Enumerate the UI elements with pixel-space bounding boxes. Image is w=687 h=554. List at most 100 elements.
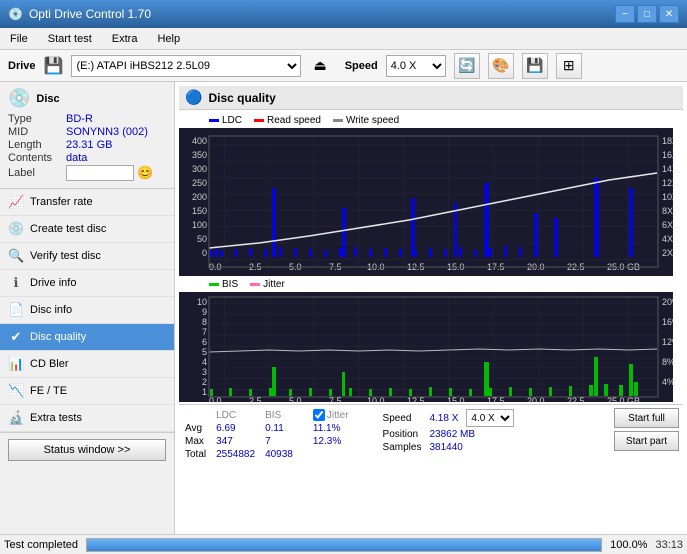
legend-ldc: LDC (209, 115, 242, 126)
statusbar: Test completed 100.0% 33:13 (0, 534, 687, 554)
total-ldc: 2554882 (214, 448, 263, 461)
nav-transfer-rate-label: Transfer rate (30, 196, 93, 208)
label-input[interactable] (66, 165, 134, 181)
legend-jitter-label: Jitter (263, 279, 285, 290)
col-bis: BIS (263, 408, 301, 422)
svg-text:300: 300 (192, 164, 207, 174)
position-label: Position (379, 428, 426, 441)
menu-help[interactable]: Help (151, 31, 186, 47)
avg-ldc: 6.69 (214, 422, 263, 435)
jitter-checkbox[interactable] (313, 409, 325, 421)
nav-cd-bler[interactable]: 📊 CD Bler (0, 351, 174, 378)
speed-select[interactable]: 4.0 X (386, 55, 446, 77)
refresh-button[interactable]: 🔄 (454, 53, 480, 79)
svg-text:5: 5 (202, 347, 207, 357)
stats-row-max: Max 347 7 12.3% (183, 435, 357, 448)
svg-text:100: 100 (192, 220, 207, 230)
nav-fe-te-label: FE / TE (30, 385, 67, 397)
speed-label: Speed (379, 408, 426, 428)
status-text: Test completed (4, 539, 78, 551)
svg-text:4X: 4X (662, 234, 673, 244)
nav-drive-info[interactable]: ℹ Drive info (0, 270, 174, 297)
svg-text:8: 8 (202, 317, 207, 327)
drive-select[interactable]: (E:) ATAPI iHBS212 2.5L09 (71, 55, 301, 77)
svg-text:3: 3 (202, 367, 207, 377)
legend-write-speed: Write speed (333, 115, 399, 126)
close-button[interactable]: ✕ (659, 5, 679, 23)
nav-drive-info-label: Drive info (30, 277, 76, 289)
minimize-button[interactable]: − (615, 5, 635, 23)
nav-extra-tests[interactable]: 🔬 Extra tests (0, 405, 174, 432)
avg-label: Avg (183, 422, 214, 435)
start-full-button[interactable]: Start full (614, 408, 679, 428)
position-row: Position 23862 MB (379, 428, 519, 441)
drive-icon: 💾 (44, 56, 64, 76)
status-window-button[interactable]: Status window >> (8, 439, 166, 461)
extra-tests-icon: 🔬 (8, 410, 24, 426)
drivebar: Drive 💾 (E:) ATAPI iHBS212 2.5L09 ⏏ Spee… (0, 50, 687, 82)
nav-create-test-disc[interactable]: 💿 Create test disc (0, 216, 174, 243)
contents-value: data (66, 152, 87, 164)
legend-read-speed-dot (254, 119, 264, 122)
disc-info-icon: 📄 (8, 302, 24, 318)
total-label: Total (183, 448, 214, 461)
svg-text:4%: 4% (662, 377, 673, 387)
mid-value: SONYNN3 (002) (66, 126, 148, 138)
type-value: BD-R (66, 113, 93, 125)
legend-read-speed-label: Read speed (267, 115, 321, 126)
content-header: 🔵 Disc quality (179, 86, 683, 110)
legend-jitter-dot (250, 283, 260, 286)
svg-text:10: 10 (197, 297, 207, 307)
position-value: 23862 MB (425, 428, 518, 441)
legend-jitter: Jitter (250, 279, 285, 290)
nav-disc-quality[interactable]: ✔ Disc quality (0, 324, 174, 351)
create-test-disc-icon: 💿 (8, 221, 24, 237)
nav-extra-tests-label: Extra tests (30, 412, 82, 424)
avg-jitter: 11.1% (311, 422, 357, 435)
svg-text:400: 400 (192, 136, 207, 146)
menu-file[interactable]: File (4, 31, 34, 47)
svg-text:14X: 14X (662, 164, 673, 174)
titlebar-title: Opti Drive Control 1.70 (29, 7, 151, 21)
svg-text:1: 1 (202, 387, 207, 397)
nav-disc-info[interactable]: 📄 Disc info (0, 297, 174, 324)
transfer-rate-icon: 📈 (8, 194, 24, 210)
svg-text:16X: 16X (662, 150, 673, 160)
label-icon[interactable]: 😊 (137, 165, 153, 181)
grid-button[interactable]: ⊞ (556, 53, 582, 79)
speed-select2[interactable]: 4.0 X (466, 409, 514, 427)
mid-label: MID (8, 126, 66, 138)
chart1-container: 400 350 300 250 200 150 100 50 0 18X 16X… (179, 128, 683, 276)
nav-disc-info-label: Disc info (30, 304, 72, 316)
color-button[interactable]: 🎨 (488, 53, 514, 79)
maximize-button[interactable]: □ (637, 5, 657, 23)
nav-fe-te[interactable]: 📉 FE / TE (0, 378, 174, 405)
speed-row: Speed 4.18 X 4.0 X (379, 408, 519, 428)
svg-text:20%: 20% (662, 297, 673, 307)
menu-extra[interactable]: Extra (106, 31, 144, 47)
content-header-title: Disc quality (208, 91, 275, 105)
eject-icon: ⏏ (313, 57, 326, 74)
disc-panel: 💿 Disc Type BD-R MID SONYNN3 (002) Lengt… (0, 82, 174, 189)
titlebar-left: 💿 Opti Drive Control 1.70 (8, 7, 151, 21)
nav-verify-test-disc[interactable]: 🔍 Verify test disc (0, 243, 174, 270)
max-ldc: 347 (214, 435, 263, 448)
status-time: 33:13 (655, 539, 683, 551)
length-label: Length (8, 139, 66, 151)
start-part-button[interactable]: Start part (614, 431, 679, 451)
svg-text:50: 50 (197, 234, 207, 244)
titlebar: 💿 Opti Drive Control 1.70 − □ ✕ (0, 0, 687, 28)
col-ldc: LDC (214, 408, 263, 422)
menu-start-test[interactable]: Start test (42, 31, 98, 47)
svg-text:7: 7 (202, 327, 207, 337)
max-bis: 7 (263, 435, 301, 448)
drive-label: Drive (8, 60, 36, 72)
legend-write-speed-label: Write speed (346, 115, 399, 126)
svg-text:150: 150 (192, 206, 207, 216)
save-button[interactable]: 💾 (522, 53, 548, 79)
svg-text:9: 9 (202, 307, 207, 317)
nav-transfer-rate[interactable]: 📈 Transfer rate (0, 189, 174, 216)
max-label: Max (183, 435, 214, 448)
svg-text:0: 0 (202, 248, 207, 258)
type-label: Type (8, 113, 66, 125)
